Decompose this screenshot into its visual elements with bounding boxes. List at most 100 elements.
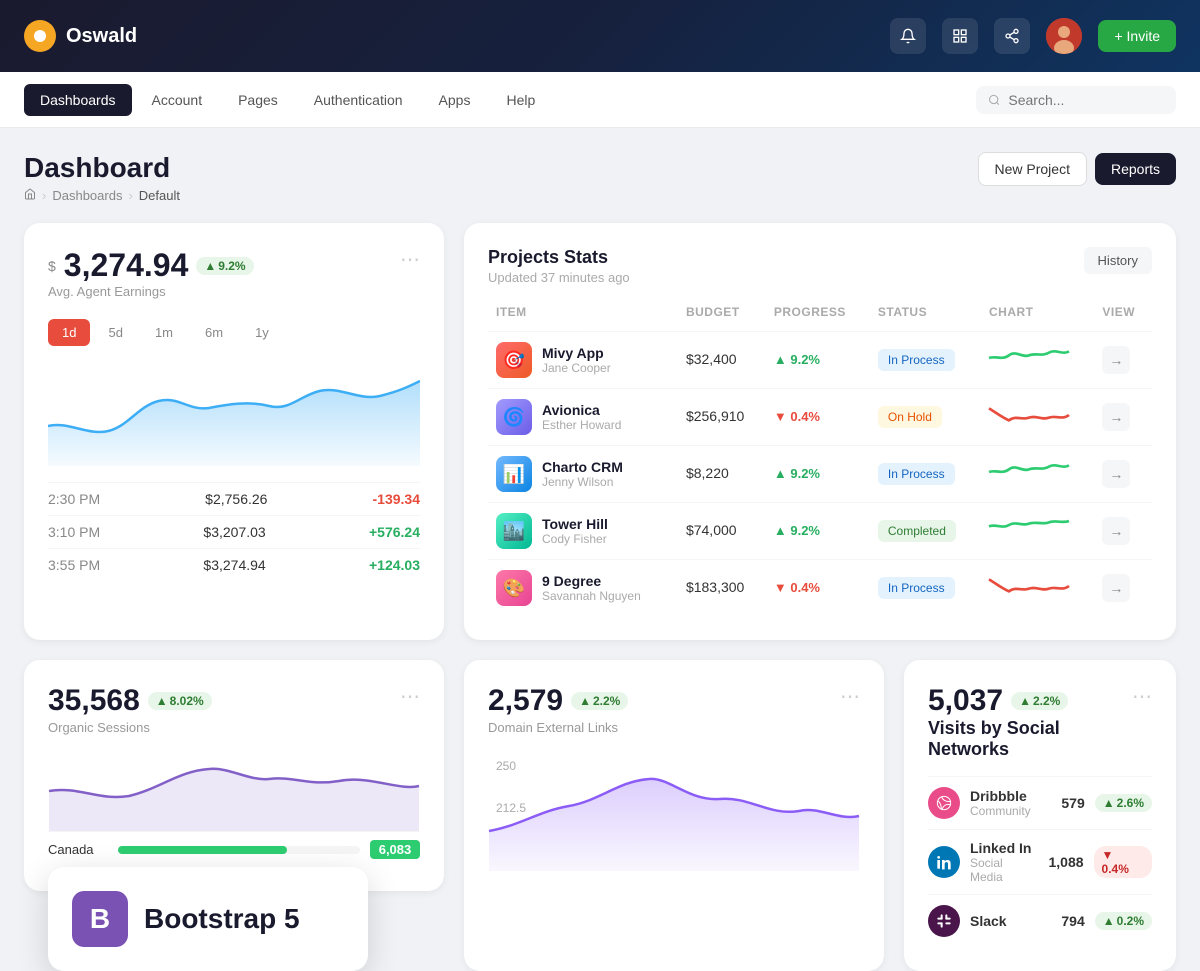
projects-subtitle: Updated 37 minutes ago bbox=[488, 270, 630, 285]
table-row: 🌀 Avionica Esther Howard $256,910 ▼ 0.4%… bbox=[488, 389, 1152, 446]
bootstrap-overlay: B Bootstrap 5 bbox=[48, 867, 368, 971]
proj-status: In Process bbox=[878, 463, 955, 485]
col-item: ITEM bbox=[488, 301, 678, 332]
earnings-subtitle: Avg. Agent Earnings bbox=[48, 284, 254, 299]
domain-value: 2,579 bbox=[488, 684, 563, 718]
nav-account[interactable]: Account bbox=[136, 84, 219, 116]
filter-1y[interactable]: 1y bbox=[241, 319, 283, 346]
history-button[interactable]: History bbox=[1084, 247, 1152, 274]
domain-label: Domain External Links bbox=[488, 720, 628, 735]
proj-view-button[interactable]: → bbox=[1102, 460, 1130, 488]
proj-item-cell: 🎨 9 Degree Savannah Nguyen bbox=[488, 560, 678, 617]
social-value: 5,037 bbox=[928, 684, 1003, 718]
amount-row: $ 3,274.94 ▲ 9.2% bbox=[48, 247, 254, 284]
proj-person: Esther Howard bbox=[542, 418, 621, 432]
timeline-row-1: 2:30 PM $2,756.26 -139.34 bbox=[48, 482, 420, 515]
earnings-header: $ 3,274.94 ▲ 9.2% Avg. Agent Earnings ⋯ bbox=[48, 247, 420, 315]
logo: Oswald bbox=[24, 20, 137, 52]
proj-name: Avionica bbox=[542, 402, 621, 418]
proj-person: Jenny Wilson bbox=[542, 475, 623, 489]
domain-more-button[interactable]: ⋯ bbox=[840, 684, 860, 709]
proj-icon: 🏙️ bbox=[496, 513, 532, 549]
canada-label: Canada bbox=[48, 842, 108, 857]
filter-1d[interactable]: 1d bbox=[48, 319, 90, 346]
organic-sessions-wrapper: 35,568 ▲ 8.02% Organic Sessions ⋯ C bbox=[24, 660, 444, 971]
notification-icon[interactable] bbox=[890, 18, 926, 54]
earnings-value: 3,274.94 bbox=[64, 247, 189, 284]
slack-badge: ▲ 0.2% bbox=[1095, 912, 1152, 930]
organic-badge: ▲ 8.02% bbox=[148, 692, 212, 710]
table-row: 🏙️ Tower Hill Cody Fisher $74,000 ▲ 9.2%… bbox=[488, 503, 1152, 560]
search-box[interactable] bbox=[976, 86, 1176, 114]
linkedin-badge: ▼ 0.4% bbox=[1094, 846, 1152, 878]
nav-pages[interactable]: Pages bbox=[222, 84, 294, 116]
header-actions: New Project Reports bbox=[978, 152, 1177, 186]
social-row-linkedin: Linked In Social Media 1,088 ▼ 0.4% bbox=[928, 829, 1152, 894]
proj-view-button[interactable]: → bbox=[1102, 574, 1130, 602]
proj-view-button[interactable]: → bbox=[1102, 403, 1130, 431]
nav-apps[interactable]: Apps bbox=[423, 84, 487, 116]
proj-budget: $32,400 bbox=[686, 351, 737, 367]
proj-status: On Hold bbox=[878, 406, 942, 428]
domain-chart: 250 212.5 bbox=[488, 751, 860, 871]
nav-actions: + Invite bbox=[890, 18, 1176, 54]
filter-6m[interactable]: 6m bbox=[191, 319, 237, 346]
page-title: Dashboard bbox=[24, 152, 180, 184]
filter-1m[interactable]: 1m bbox=[141, 319, 187, 346]
filter-5d[interactable]: 5d bbox=[94, 319, 136, 346]
nav-help[interactable]: Help bbox=[490, 84, 551, 116]
proj-item-cell: 🎯 Mivy App Jane Cooper bbox=[488, 332, 678, 389]
amount-2: $3,207.03 bbox=[203, 524, 265, 540]
earnings-more-button[interactable]: ⋯ bbox=[400, 247, 420, 272]
avatar[interactable] bbox=[1046, 18, 1082, 54]
organic-more-button[interactable]: ⋯ bbox=[400, 684, 420, 709]
time-3: 3:55 PM bbox=[48, 557, 100, 573]
nav-authentication[interactable]: Authentication bbox=[298, 84, 419, 116]
social-more-button[interactable]: ⋯ bbox=[1132, 684, 1152, 709]
grid-icon[interactable] bbox=[942, 18, 978, 54]
currency-symbol: $ bbox=[48, 258, 56, 274]
earnings-chart bbox=[48, 366, 420, 466]
linkedin-name: Linked In bbox=[970, 840, 1039, 856]
delta-2: +576.24 bbox=[369, 524, 420, 540]
canada-value: 6,083 bbox=[370, 840, 420, 859]
proj-status-cell: Completed bbox=[870, 503, 981, 560]
nav-dashboards[interactable]: Dashboards bbox=[24, 84, 132, 116]
share-icon[interactable] bbox=[994, 18, 1030, 54]
invite-button[interactable]: + Invite bbox=[1098, 20, 1176, 52]
domain-badge: ▲ 2.2% bbox=[571, 692, 628, 710]
search-input[interactable] bbox=[1008, 92, 1164, 108]
social-row-slack: Slack 794 ▲ 0.2% bbox=[928, 894, 1152, 947]
proj-status-cell: In Process bbox=[870, 446, 981, 503]
proj-item-cell: 🏙️ Tower Hill Cody Fisher bbox=[488, 503, 678, 560]
proj-progress: ▼ 0.4% bbox=[774, 409, 820, 424]
proj-status: Completed bbox=[878, 520, 956, 542]
proj-budget-cell: $183,300 bbox=[678, 560, 766, 617]
proj-view-button[interactable]: → bbox=[1102, 517, 1130, 545]
title-area: Dashboard › Dashboards › Default bbox=[24, 152, 180, 203]
proj-view-cell: → bbox=[1094, 332, 1152, 389]
proj-chart-cell bbox=[981, 446, 1094, 503]
col-view: VIEW bbox=[1094, 301, 1152, 332]
amount-3: $3,274.94 bbox=[203, 557, 265, 573]
new-project-button[interactable]: New Project bbox=[978, 152, 1087, 186]
proj-name: Charto CRM bbox=[542, 459, 623, 475]
proj-budget-cell: $74,000 bbox=[678, 503, 766, 560]
proj-progress: ▼ 0.4% bbox=[774, 580, 820, 595]
earnings-card: $ 3,274.94 ▲ 9.2% Avg. Agent Earnings ⋯ … bbox=[24, 223, 444, 640]
proj-progress: ▲ 9.2% bbox=[774, 523, 820, 538]
projects-title: Projects Stats bbox=[488, 247, 630, 268]
proj-chart-cell bbox=[981, 503, 1094, 560]
home-icon bbox=[24, 188, 36, 203]
metric-header-organic: 35,568 ▲ 8.02% Organic Sessions ⋯ bbox=[48, 684, 420, 735]
proj-progress: ▲ 9.2% bbox=[774, 466, 820, 481]
slack-count: 794 bbox=[1061, 913, 1084, 929]
proj-icon: 🎯 bbox=[496, 342, 532, 378]
table-row: 🎯 Mivy App Jane Cooper $32,400 ▲ 9.2% In… bbox=[488, 332, 1152, 389]
amount-1: $2,756.26 bbox=[205, 491, 267, 507]
proj-view-button[interactable]: → bbox=[1102, 346, 1130, 374]
dribbble-icon bbox=[928, 787, 960, 819]
reports-button[interactable]: Reports bbox=[1095, 153, 1176, 185]
proj-status: In Process bbox=[878, 349, 955, 371]
breadcrumb-dashboards: Dashboards bbox=[52, 188, 122, 203]
